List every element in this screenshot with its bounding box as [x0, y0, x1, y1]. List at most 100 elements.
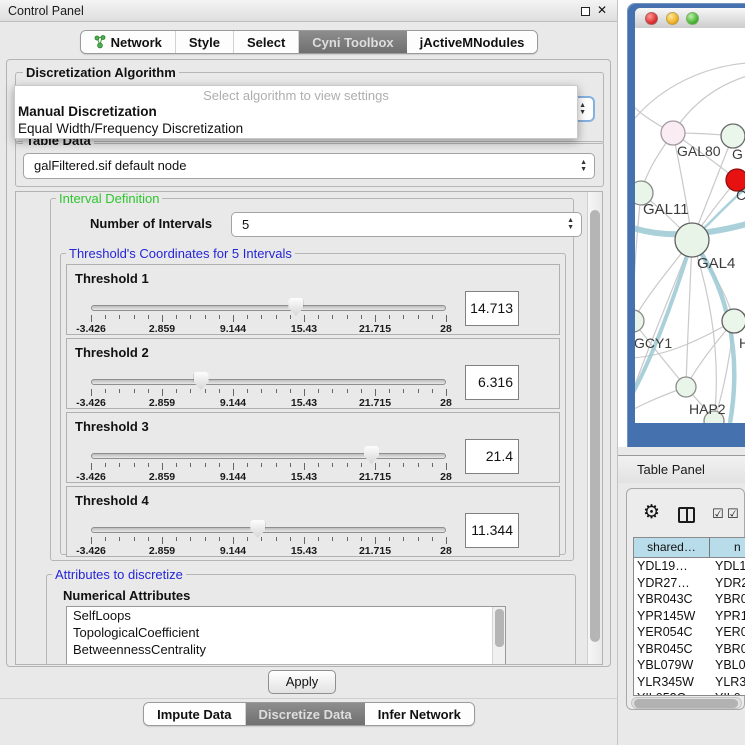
- cell-name[interactable]: YPR1: [710, 608, 745, 625]
- minimize-traffic-light-icon[interactable]: [666, 12, 679, 25]
- threshold-3-slider-handle[interactable]: [364, 446, 379, 464]
- float-window-icon[interactable]: [581, 7, 590, 16]
- tick-label: 9.144: [220, 323, 246, 335]
- threshold-1-slider[interactable]: [91, 305, 446, 311]
- network-node[interactable]: [635, 310, 644, 332]
- threshold-4-value-field[interactable]: 11.344: [465, 513, 519, 548]
- threshold-1-value-field[interactable]: 14.713: [465, 291, 519, 326]
- table-row[interactable]: YDR27…YDR2: [634, 575, 745, 592]
- cell-name[interactable]: YER0: [710, 624, 745, 641]
- zoom-traffic-light-icon[interactable]: [686, 12, 699, 25]
- table-row[interactable]: YBL079WYBL0: [634, 657, 745, 674]
- network-node[interactable]: [675, 223, 709, 257]
- network-node[interactable]: [722, 309, 745, 333]
- threshold-1-slider-handle[interactable]: [288, 298, 303, 316]
- gear-icon[interactable]: ⚙: [643, 503, 660, 522]
- tick-label: 15.43: [291, 471, 317, 483]
- tab-network[interactable]: Network: [81, 31, 176, 53]
- cell-shared-name[interactable]: YDL19…: [634, 558, 710, 575]
- node-label: GCY1: [635, 335, 672, 351]
- table-horizontal-scrollbar[interactable]: [631, 697, 742, 709]
- tick-label: 21.715: [359, 545, 391, 557]
- cell-shared-name[interactable]: YBR045C: [634, 641, 710, 658]
- threshold-4-slider-handle[interactable]: [250, 520, 265, 538]
- tab-jactivemnodules[interactable]: jActiveMNodules: [407, 31, 538, 53]
- cell-shared-name[interactable]: YDR27…: [634, 575, 710, 592]
- attribute-list-item[interactable]: SelfLoops: [67, 607, 505, 624]
- dropdown-option-manual[interactable]: Manual Discretization: [15, 103, 577, 120]
- cell-shared-name[interactable]: YIL052C: [634, 690, 710, 696]
- threshold-2-value-field[interactable]: 6.316: [465, 365, 519, 400]
- table-row[interactable]: YPR145WYPR1: [634, 608, 745, 625]
- cell-name[interactable]: YDL1: [710, 558, 745, 575]
- table-row[interactable]: YIL052CYIL0: [634, 690, 745, 696]
- network-node[interactable]: [721, 124, 745, 148]
- number-of-intervals-combobox[interactable]: 5 ▲▼: [231, 212, 582, 237]
- table-row[interactable]: YLR345WYLR3: [634, 674, 745, 691]
- threshold-2-slider-handle[interactable]: [194, 372, 209, 390]
- attributes-list-scrollbar[interactable]: [492, 607, 505, 665]
- column-header-shared-name[interactable]: shared…: [634, 538, 710, 557]
- table-row[interactable]: YBR045CYBR0: [634, 641, 745, 658]
- tab-select[interactable]: Select: [234, 31, 299, 53]
- dropdown-hint: Select algorithm to view settings: [15, 86, 577, 103]
- cell-name[interactable]: YLR3: [710, 674, 745, 691]
- settings-scrollpane: Interval Definition Number of Intervals …: [15, 191, 603, 665]
- scrollbar-thumb[interactable]: [634, 699, 738, 708]
- settings-vertical-scrollbar[interactable]: [587, 192, 602, 664]
- cell-name[interactable]: YBL0: [710, 657, 745, 674]
- column-header-name[interactable]: n: [710, 538, 745, 557]
- threshold-2-slider[interactable]: [91, 379, 446, 385]
- close-traffic-light-icon[interactable]: [645, 12, 658, 25]
- threshold-3-panel: Threshold 3 -3.4262.8599.14415.4321.7152…: [66, 412, 560, 483]
- threshold-4-panel: Threshold 4 -3.4262.8599.14415.4321.7152…: [66, 486, 560, 557]
- tab-style[interactable]: Style: [176, 31, 234, 53]
- close-icon[interactable]: ✕: [597, 3, 607, 17]
- control-panel: Control Panel ✕ Network: [0, 0, 618, 745]
- tab-style-label: Style: [189, 35, 220, 50]
- tick-label: -3.426: [76, 397, 106, 409]
- tab-cyni-toolbox[interactable]: Cyni Toolbox: [299, 31, 406, 53]
- network-node[interactable]: [661, 121, 685, 145]
- cell-shared-name[interactable]: YPR145W: [634, 608, 710, 625]
- tab-impute-data[interactable]: Impute Data: [144, 703, 245, 725]
- slider-ticks: [91, 389, 446, 397]
- cell-shared-name[interactable]: YER054C: [634, 624, 710, 641]
- checkbox-icon[interactable]: ☑: [727, 507, 739, 520]
- tab-impute-data-label: Impute Data: [157, 707, 231, 722]
- scrollbar-thumb[interactable]: [590, 210, 600, 642]
- table-row[interactable]: YDL19…YDL1: [634, 558, 745, 575]
- dropdown-option-equal-width[interactable]: Equal Width/Frequency Discretization: [15, 120, 577, 137]
- thresholds-group-title: Threshold's Coordinates for 5 Intervals: [66, 246, 295, 261]
- node-attribute-table[interactable]: shared… n YDL19…YDL1YDR27…YDR2YBR043CYBR…: [633, 537, 745, 696]
- apply-button[interactable]: Apply: [268, 670, 336, 694]
- cell-name[interactable]: YDR2: [710, 575, 745, 592]
- network-window-titlebar[interactable]: [635, 8, 745, 28]
- tick-label: 28: [440, 397, 452, 409]
- tab-infer-network[interactable]: Infer Network: [365, 703, 474, 725]
- cell-name[interactable]: YBR0: [710, 641, 745, 658]
- table-panel-region: Table Panel ⚙ ☑ ☑ shared… n YDL19…YDL1YD…: [618, 447, 745, 745]
- table-header-row: shared… n: [634, 538, 745, 558]
- tab-infer-network-label: Infer Network: [378, 707, 461, 722]
- cell-shared-name[interactable]: YBR043C: [634, 591, 710, 608]
- numerical-attributes-list[interactable]: SelfLoopsTopologicalCoefficientBetweenne…: [66, 606, 506, 665]
- checkbox-icon[interactable]: ☑: [712, 507, 724, 520]
- cell-name[interactable]: YBR0: [710, 591, 745, 608]
- tab-discretize-data[interactable]: Discretize Data: [246, 703, 365, 725]
- network-node[interactable]: [676, 377, 696, 397]
- table-row[interactable]: YER054CYER0: [634, 624, 745, 641]
- table-data-combobox[interactable]: galFiltered.sif default node ▲▼: [23, 153, 595, 179]
- column-layout-icon[interactable]: [678, 507, 695, 523]
- threshold-4-slider[interactable]: [91, 527, 446, 533]
- threshold-1-label: Threshold 1: [75, 271, 149, 286]
- threshold-3-slider[interactable]: [91, 453, 446, 459]
- network-canvas[interactable]: GAL80GCGAL11GAL4GCY1HHAP2: [635, 28, 745, 423]
- threshold-3-value-field[interactable]: 21.4: [465, 439, 519, 474]
- table-row[interactable]: YBR043CYBR0: [634, 591, 745, 608]
- cell-shared-name[interactable]: YBL079W: [634, 657, 710, 674]
- cell-name[interactable]: YIL0: [710, 690, 745, 696]
- attribute-list-item[interactable]: TopologicalCoefficient: [67, 624, 505, 641]
- cell-shared-name[interactable]: YLR345W: [634, 674, 710, 691]
- attribute-list-item[interactable]: BetweennessCentrality: [67, 641, 505, 658]
